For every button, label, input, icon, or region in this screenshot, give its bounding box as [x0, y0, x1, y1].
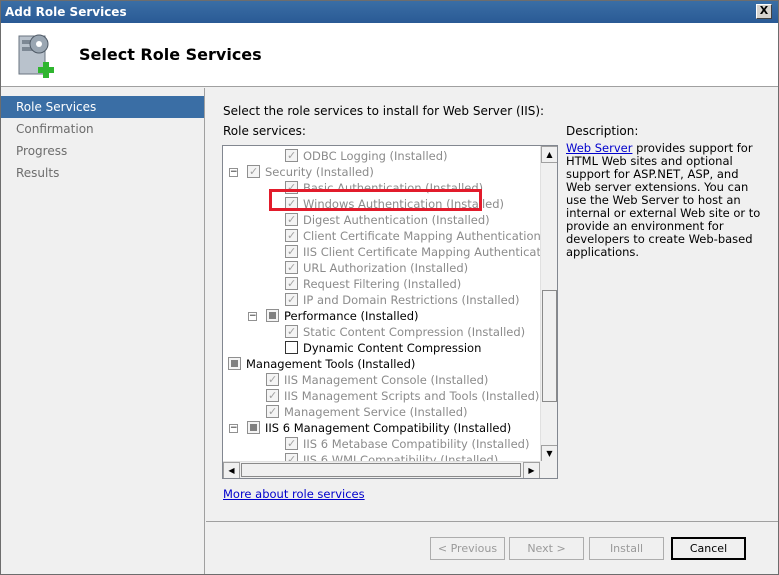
tree-row[interactable]: IP and Domain Restrictions (Installed)	[223, 292, 541, 308]
server-add-icon	[18, 34, 54, 78]
checkbox[interactable]	[247, 164, 260, 180]
checkbox[interactable]	[266, 309, 279, 322]
checkbox[interactable]	[228, 357, 241, 370]
scroll-up-button[interactable]: ▲	[541, 146, 557, 163]
main-content: Select the role services to install for …	[206, 88, 778, 521]
role-services-label: Role services:	[223, 124, 306, 138]
description-body: provides support for HTML Web sites and …	[566, 141, 761, 259]
tree-row-label: IIS Management Console (Installed)	[284, 373, 489, 387]
tree-row[interactable]: Management Service (Installed)	[223, 404, 541, 420]
next-button[interactable]: Next >	[509, 537, 584, 560]
tree-row[interactable]: URL Authorization (Installed)	[223, 260, 541, 276]
nav-item-results[interactable]: Results	[1, 162, 204, 184]
checkbox[interactable]	[285, 228, 298, 244]
tree-row-label: Management Tools (Installed)	[246, 357, 416, 371]
scroll-right-button[interactable]: ▶	[523, 462, 540, 478]
title-bar: Add Role Services X	[1, 1, 778, 23]
checkbox[interactable]	[285, 148, 298, 164]
checkbox[interactable]	[266, 388, 279, 404]
nav-item-progress[interactable]: Progress	[1, 140, 204, 162]
tree-row[interactable]: Digest Authentication (Installed)	[223, 212, 541, 228]
collapse-icon[interactable]: −	[229, 424, 238, 433]
tree-row-label: ODBC Logging (Installed)	[303, 149, 448, 163]
tree-row[interactable]: − Security (Installed)	[223, 164, 541, 180]
tree-row[interactable]: Request Filtering (Installed)	[223, 276, 541, 292]
scroll-left-button[interactable]: ◀	[223, 462, 240, 478]
scroll-corner	[540, 461, 557, 478]
highlight-box	[269, 189, 482, 211]
checkbox[interactable]	[285, 292, 298, 308]
tree-row-label: URL Authorization (Installed)	[303, 261, 469, 275]
tree-row-label: IIS Client Certificate Mapping Authentic…	[303, 245, 541, 259]
tree-row[interactable]: IIS Management Console (Installed)	[223, 372, 541, 388]
description-label: Description:	[566, 124, 639, 138]
collapse-icon[interactable]: −	[229, 168, 238, 177]
scroll-down-button[interactable]: ▼	[541, 445, 557, 462]
role-services-tree[interactable]: ODBC Logging (Installed) − Security (Insta…	[222, 145, 558, 479]
web-server-link[interactable]: Web Server	[566, 141, 632, 155]
collapse-icon[interactable]: −	[248, 312, 257, 321]
checkbox[interactable]	[285, 260, 298, 276]
nav-item-role-services[interactable]: Role Services	[1, 96, 204, 118]
tree-row[interactable]: IIS 6 Metabase Compatibility (Installed)	[223, 436, 541, 452]
more-about-role-services-link[interactable]: More about role services	[223, 487, 365, 501]
tree-row-label: Request Filtering (Installed)	[303, 277, 462, 291]
checkbox[interactable]	[285, 276, 298, 292]
tree-row-label: Dynamic Content Compression	[303, 341, 482, 355]
add-role-services-window: Add Role Services X Select Role Services…	[0, 0, 779, 575]
tree-row-label: IIS Management Scripts and Tools (Instal…	[284, 389, 540, 403]
tree-row[interactable]: IIS Management Scripts and Tools (Instal…	[223, 388, 541, 404]
tree-row-label: Static Content Compression (Installed)	[303, 325, 526, 339]
install-button[interactable]: Install	[589, 537, 664, 560]
tree-row-label: IIS 6 Management Compatibility (Installe…	[265, 421, 512, 435]
checkbox[interactable]	[266, 404, 279, 420]
horizontal-scrollbar[interactable]: ◀ ▶	[223, 461, 557, 478]
tree-row[interactable]: − IIS 6 Management Compatibility (Install…	[223, 420, 541, 436]
tree-row-label: Security (Installed)	[265, 165, 374, 179]
checkbox[interactable]	[247, 421, 260, 434]
tree-row-label: Client Certificate Mapping Authenticatio…	[303, 229, 541, 243]
footer: < Previous Next > Install Cancel	[206, 521, 778, 574]
checkbox[interactable]	[285, 341, 298, 354]
checkbox[interactable]	[285, 324, 298, 340]
tree-row[interactable]: IIS Client Certificate Mapping Authentic…	[223, 244, 541, 260]
tree-row-label: Performance (Installed)	[284, 309, 419, 323]
header: Select Role Services	[1, 23, 778, 87]
tree-row-label: Digest Authentication (Installed)	[303, 213, 490, 227]
window-title: Add Role Services	[5, 5, 127, 19]
description-text: Web Server provides support for HTML Web…	[566, 142, 766, 259]
tree-row[interactable]: −Management Tools (Installed)	[223, 356, 541, 372]
scroll-thumb[interactable]	[542, 290, 557, 402]
tree-row-label: Management Service (Installed)	[284, 405, 468, 419]
tree-row[interactable]: Dynamic Content Compression	[223, 340, 541, 356]
tree-row-label: IIS 6 Metabase Compatibility (Installed)	[303, 437, 530, 451]
tree-row-label: IP and Domain Restrictions (Installed)	[303, 293, 520, 307]
previous-button[interactable]: < Previous	[430, 537, 505, 560]
checkbox[interactable]	[266, 372, 279, 388]
tree-row[interactable]: Client Certificate Mapping Authenticatio…	[223, 228, 541, 244]
cancel-button[interactable]: Cancel	[671, 537, 746, 560]
tree-row[interactable]: Static Content Compression (Installed)	[223, 324, 541, 340]
wizard-nav: Role Services Confirmation Progress Resu…	[1, 88, 205, 574]
page-title: Select Role Services	[79, 45, 262, 64]
checkbox[interactable]	[285, 244, 298, 260]
checkbox[interactable]	[285, 436, 298, 452]
vertical-scrollbar[interactable]: ▲ ▼	[540, 146, 557, 462]
nav-item-confirmation[interactable]: Confirmation	[1, 118, 204, 140]
tree-row[interactable]: − Performance (Installed)	[223, 308, 541, 324]
hscroll-thumb[interactable]	[241, 463, 521, 477]
checkbox[interactable]	[285, 212, 298, 228]
tree-row[interactable]: ODBC Logging (Installed)	[223, 148, 541, 164]
intro-text: Select the role services to install for …	[223, 104, 545, 118]
close-button[interactable]: X	[756, 4, 772, 19]
